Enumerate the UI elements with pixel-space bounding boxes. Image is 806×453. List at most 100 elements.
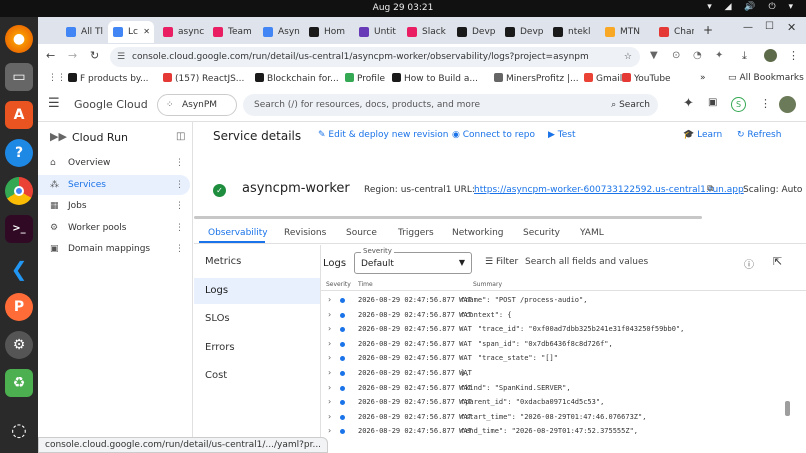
- tab-observability[interactable]: Observability: [208, 228, 268, 238]
- log-row[interactable]: › 2026-08-29 02:47:56.877 WAT "context": {: [321, 308, 791, 323]
- console-more-icon[interactable]: ⋮: [760, 97, 771, 110]
- extension-icon[interactable]: ▼: [650, 50, 658, 61]
- expand-chevron-icon[interactable]: ›: [328, 381, 331, 396]
- nav-item-more-icon[interactable]: ⋮: [175, 218, 184, 238]
- expand-chevron-icon[interactable]: ›: [328, 293, 331, 308]
- severity-select[interactable]: Severity Default ▼: [354, 247, 472, 274]
- browser-tab[interactable]: Chan: [654, 21, 694, 43]
- extension-icon-2[interactable]: ⊙: [672, 50, 680, 61]
- app-center-icon[interactable]: A: [5, 101, 33, 129]
- all-bookmarks[interactable]: ▭ All Bookmarks: [728, 73, 804, 83]
- log-row[interactable]: › 2026-08-29 02:47:56.877 WAT "name": "POS…: [321, 293, 791, 308]
- log-row[interactable]: › 2026-08-29 02:47:56.877 WAT "start_time"…: [321, 410, 791, 425]
- expand-chevron-icon[interactable]: ›: [328, 424, 331, 439]
- files-icon[interactable]: ▭: [5, 63, 33, 91]
- tab-security[interactable]: Security: [523, 228, 560, 238]
- nav-item-domain-mappings[interactable]: ▣ Domain mappings ⋮: [38, 239, 190, 259]
- tab-triggers[interactable]: Triggers: [398, 228, 434, 238]
- log-search-input[interactable]: Search all fields and values: [525, 257, 648, 267]
- nav-item-worker-pools[interactable]: ⚙ Worker pools ⋮: [38, 218, 190, 238]
- console-brand[interactable]: Google Cloud: [74, 98, 148, 111]
- browser-menu-icon[interactable]: ⋮: [788, 49, 799, 62]
- cloud-shell-icon[interactable]: ▣: [708, 97, 717, 108]
- tab-networking[interactable]: Networking: [452, 228, 504, 238]
- show-apps-icon[interactable]: ◌: [5, 417, 33, 445]
- bookmark-item[interactable]: Blockchain for...: [255, 73, 339, 84]
- site-info-icon[interactable]: ☰: [117, 47, 125, 67]
- browser-tab[interactable]: Hom: [304, 21, 350, 43]
- tab-source[interactable]: Source: [346, 228, 377, 238]
- profile-avatar[interactable]: [764, 49, 777, 62]
- collapse-nav-icon[interactable]: ◫: [176, 131, 185, 142]
- browser-tab[interactable]: Slack: [402, 21, 448, 43]
- firefox-icon[interactable]: ●: [5, 25, 33, 53]
- subnav-metrics[interactable]: Metrics: [194, 249, 320, 275]
- postman-icon[interactable]: P: [5, 293, 33, 321]
- test-button[interactable]: ▶ Test: [548, 130, 576, 140]
- log-row[interactable]: › 2026-08-29 02:47:56.877 WAT "span_id": …: [321, 337, 791, 352]
- bookmark-star-icon[interactable]: ☆: [624, 47, 632, 67]
- expand-chevron-icon[interactable]: ›: [328, 308, 331, 323]
- connect-repo-button[interactable]: ◉ Connect to repo: [452, 130, 535, 140]
- console-search-input[interactable]: Search (/) for resources, docs, products…: [243, 94, 658, 116]
- refresh-button[interactable]: ↻ Refresh: [737, 130, 781, 140]
- expand-chevron-icon[interactable]: ›: [328, 395, 331, 410]
- url-field[interactable]: ☰ console.cloud.google.com/run/detail/us…: [110, 47, 640, 67]
- bookmark-item[interactable]: Gmail: [584, 73, 622, 84]
- system-clock[interactable]: Aug 29 03:21: [0, 3, 806, 13]
- bookmark-item[interactable]: How to Build a...: [392, 73, 478, 84]
- open-in-new-icon[interactable]: ⇱: [773, 255, 782, 268]
- extension-icon-3[interactable]: ◔: [693, 50, 702, 61]
- subnav-slos[interactable]: SLOs: [194, 306, 320, 332]
- download-icon[interactable]: ⤓: [742, 49, 747, 63]
- log-row[interactable]: › 2026-08-29 02:47:56.877 WAT},: [321, 366, 791, 381]
- log-row[interactable]: › 2026-08-29 02:47:56.877 WAT "trace_stat…: [321, 351, 791, 366]
- browser-tab[interactable]: Devp: [452, 21, 498, 43]
- horizontal-scrollbar[interactable]: [194, 216, 702, 219]
- close-window-button[interactable]: ✕: [787, 21, 796, 34]
- user-avatar[interactable]: [779, 96, 796, 113]
- log-row[interactable]: › 2026-08-29 02:47:56.877 WAT "end_time": …: [321, 424, 791, 439]
- reload-icon[interactable]: ↻: [90, 49, 99, 62]
- bookmark-item[interactable]: (157) ReactJS...: [163, 73, 244, 84]
- bookmark-item[interactable]: YouTube: [622, 73, 671, 84]
- nav-item-more-icon[interactable]: ⋮: [175, 196, 184, 216]
- expand-chevron-icon[interactable]: ›: [328, 337, 331, 352]
- expand-chevron-icon[interactable]: ›: [328, 322, 331, 337]
- expand-chevron-icon[interactable]: ›: [328, 366, 331, 381]
- chrome-icon[interactable]: [5, 177, 33, 205]
- nav-item-overview[interactable]: ⌂ Overview ⋮: [38, 153, 190, 173]
- tab-yaml[interactable]: YAML: [580, 228, 604, 238]
- log-row[interactable]: › 2026-08-29 02:47:56.877 WAT "parent_id":…: [321, 395, 791, 410]
- apps-grid-icon[interactable]: ⋮⋮: [48, 73, 66, 83]
- nav-item-jobs[interactable]: ▦ Jobs ⋮: [38, 196, 190, 216]
- expand-chevron-icon[interactable]: ›: [328, 351, 331, 366]
- terminal-icon[interactable]: >_: [5, 215, 33, 243]
- nav-item-more-icon[interactable]: ⋮: [175, 153, 184, 173]
- browser-tab[interactable]: All Tl: [61, 21, 107, 43]
- back-icon[interactable]: ←: [46, 49, 55, 62]
- vertical-scrollbar[interactable]: [785, 401, 790, 416]
- bookmark-item[interactable]: Profile: [345, 73, 385, 84]
- filter-button[interactable]: ☰ Filter: [485, 257, 518, 267]
- help-icon[interactable]: ?: [5, 139, 33, 167]
- nav-item-more-icon[interactable]: ⋮: [175, 239, 184, 259]
- maximize-button[interactable]: ☐: [765, 21, 774, 32]
- edit-deploy-button[interactable]: ✎ Edit & deploy new revision: [318, 130, 448, 140]
- trash-icon[interactable]: ♻: [5, 369, 33, 397]
- bookmark-item[interactable]: MinersProfitz |...: [494, 73, 579, 84]
- browser-tab[interactable]: Untit: [354, 21, 400, 43]
- browser-tab[interactable]: Lc ✕: [108, 21, 154, 43]
- bookmark-item[interactable]: F products by...: [68, 73, 149, 84]
- subnav-errors[interactable]: Errors: [194, 335, 320, 361]
- browser-tab[interactable]: async: [158, 21, 204, 43]
- forward-icon[interactable]: →: [68, 49, 77, 62]
- gemini-icon[interactable]: ✦: [683, 96, 694, 111]
- close-tab-icon[interactable]: ✕: [143, 21, 150, 43]
- account-badge[interactable]: S: [731, 97, 746, 112]
- subnav-logs[interactable]: Logs: [194, 277, 320, 304]
- new-tab-button[interactable]: +: [703, 23, 713, 37]
- service-url-link[interactable]: https://asyncpm-worker-600733122592.us-c…: [474, 185, 744, 195]
- help-circle-icon[interactable]: ⓘ: [744, 256, 754, 271]
- main-menu-icon[interactable]: ☰: [48, 96, 60, 111]
